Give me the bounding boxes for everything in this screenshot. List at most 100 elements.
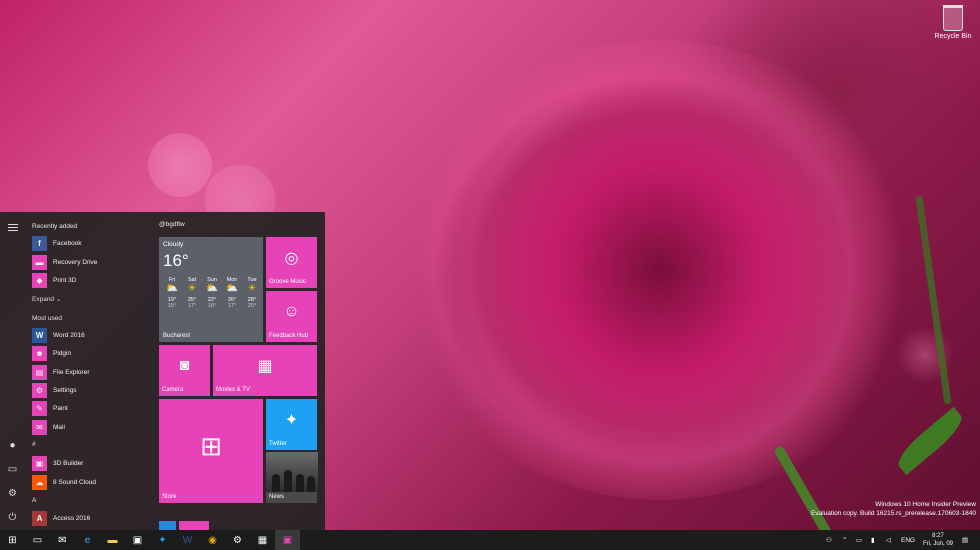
app-paint[interactable]: ✎ Paint [32, 400, 68, 416]
sun-icon: ☀ [247, 283, 257, 294]
store-tile[interactable]: ⊞ Store [159, 399, 263, 503]
app-facebook[interactable]: f Facebook [32, 235, 82, 251]
forecast-day: Sat ☀ 25° 17° [182, 277, 202, 309]
volume-icon[interactable]: ◁ [886, 530, 891, 550]
user-avatar-icon[interactable]: ● [7, 440, 18, 451]
sun-icon: ☀ [187, 283, 197, 294]
power-icon[interactable]: ⏻ [7, 512, 18, 523]
pictures-icon[interactable]: ▭ [7, 464, 18, 475]
taskbar-photos[interactable]: ▣ [275, 530, 300, 550]
forecast-day: Sun ⛅ 22° 16° [202, 277, 222, 309]
paint-icon: ✎ [32, 400, 47, 416]
app-3d-builder[interactable]: ▣ 3D Builder [32, 455, 83, 471]
task-view-icon: ▭ [32, 534, 43, 546]
taskbar-file-explorer[interactable]: ▬ [100, 530, 125, 550]
taskbar-edge[interactable]: e [75, 530, 100, 550]
start-rail: ● ▭ ⚙ ⏻ [0, 212, 25, 530]
taskbar-mail[interactable]: ✉ [50, 530, 75, 550]
start-button[interactable]: ⊞ [0, 530, 25, 550]
task-view-button[interactable]: ▭ [25, 530, 50, 550]
pidgin-icon: ☻ [32, 345, 47, 361]
chevron-up-icon[interactable]: ⌃ [842, 530, 847, 550]
weather-condition: Cloudy [163, 241, 184, 248]
app-word-2016[interactable]: W Word 2016 [32, 327, 85, 343]
taskbar: ⊞ ▭ ✉ e ▬ ▣ ✦ W ◉ ⚙ ▦ ▣ ⚇ ⌃ ▭ ▮ ◁ ENG 8:… [0, 530, 980, 550]
weather-forecast: Fri ⛅ 19° 15° Sat ☀ 25° 17° Sun ⛅ 22° 16… [162, 277, 262, 309]
section-a[interactable]: A [32, 497, 36, 504]
tile-group-name[interactable]: @bgdftw [159, 221, 185, 228]
twitter-icon: ✦ [284, 411, 299, 429]
groove-music-icon: ◎ [284, 249, 299, 267]
taskbar-settings[interactable]: ⚙ [225, 530, 250, 550]
print-3d-icon: ◆ [32, 272, 47, 288]
tile-area: @bgdftw Cloudy 16° Fri ⛅ 19° 15° Sat ☀ 2… [159, 212, 325, 530]
app-8-sound-cloud[interactable]: ☁ 8 Sound Cloud [32, 474, 96, 490]
access-icon: A [32, 510, 47, 526]
most-used-heading: Most used [32, 315, 62, 322]
action-center-icon[interactable]: ▤ [962, 530, 968, 550]
news-tile[interactable]: News [266, 452, 318, 503]
battery-icon[interactable]: ▮ [871, 530, 875, 550]
app-settings[interactable]: ⚙ Settings [32, 382, 77, 398]
app-file-explorer[interactable]: ▤ File Explorer [32, 364, 89, 380]
photos-icon: ▣ [282, 534, 293, 546]
app-list: Recently added f Facebook ▬ Recovery Dri… [25, 212, 150, 530]
gear-icon: ⚙ [32, 382, 47, 398]
partial-tile[interactable] [159, 521, 176, 530]
forecast-day: Fri ⛅ 19° 15° [162, 277, 182, 309]
word-icon: W [182, 534, 193, 546]
folder-icon: ▤ [32, 364, 47, 380]
taskbar-store[interactable]: ▣ [125, 530, 150, 550]
feedback-hub-tile[interactable]: ☺ Feedback Hub [266, 291, 317, 342]
movies-tv-tile[interactable]: ▦ Movies & TV [213, 345, 317, 396]
taskbar-word[interactable]: W [175, 530, 200, 550]
app-pidgin[interactable]: ☻ Pidgin [32, 345, 71, 361]
section-hash[interactable]: # [32, 441, 36, 448]
recovery-drive-icon: ▬ [32, 254, 47, 270]
people-icon[interactable]: ⚇ [826, 530, 832, 550]
gear-icon: ⚙ [233, 534, 242, 546]
recently-added-heading: Recently added [32, 223, 78, 230]
taskbar-clock[interactable]: 8:27 Fri, Jun, 09 [918, 532, 958, 548]
app-mail[interactable]: ✉ Mail [32, 419, 65, 435]
sun-cloud-icon: ⛅ [205, 283, 219, 294]
evaluation-watermark: Windows 10 Home Insider Preview Evaluati… [810, 501, 976, 517]
app-recovery-drive[interactable]: ▬ Recovery Drive [32, 254, 97, 270]
weather-temperature: 16° [163, 251, 189, 270]
twitter-icon: ✦ [158, 534, 167, 546]
language-indicator[interactable]: ENG [901, 530, 915, 550]
word-icon: W [32, 327, 47, 343]
expand-button[interactable]: Expand ⌄ [32, 295, 61, 303]
recycle-bin[interactable]: Recycle Bin [930, 5, 976, 40]
store-icon: ▣ [132, 534, 143, 546]
store-icon: ⊞ [200, 430, 222, 461]
partial-tile[interactable] [179, 521, 209, 530]
news-photo [266, 452, 318, 492]
start-menu: ● ▭ ⚙ ⏻ Recently added f Facebook ▬ Reco… [0, 212, 325, 530]
weather-tile[interactable]: Cloudy 16° Fri ⛅ 19° 15° Sat ☀ 25° 17° S… [159, 237, 263, 342]
twitter-tile[interactable]: ✦ Twitter [266, 399, 317, 450]
forecast-day: Tue ☀ 28° 20° [242, 277, 262, 309]
forecast-day: Mon ⛅ 26° 17° [222, 277, 242, 309]
app-print-3d[interactable]: ◆ Print 3D [32, 272, 76, 288]
camera-tile[interactable]: ◙ Camera [159, 345, 210, 396]
hamburger-menu-icon[interactable] [7, 222, 18, 233]
chrome-icon: ◉ [208, 534, 217, 546]
app-access-2016[interactable]: A Access 2016 [32, 510, 90, 526]
camera-icon: ◙ [179, 356, 190, 374]
windows-logo-icon: ⊞ [8, 534, 17, 546]
taskbar-chrome[interactable]: ◉ [200, 530, 225, 550]
movies-tv-icon: ▦ [257, 357, 273, 375]
recycle-bin-label: Recycle Bin [934, 33, 972, 40]
recycle-bin-icon [943, 5, 963, 31]
taskbar-twitter[interactable]: ✦ [150, 530, 175, 550]
sun-cloud-icon: ⛅ [165, 283, 179, 294]
groove-music-tile[interactable]: ◎ Groove Music [266, 237, 317, 288]
weather-city: Bucharest [163, 333, 191, 339]
taskbar-movies-tv[interactable]: ▦ [250, 530, 275, 550]
sun-cloud-icon: ⛅ [225, 283, 239, 294]
settings-gear-icon[interactable]: ⚙ [7, 488, 18, 499]
network-icon[interactable]: ▭ [856, 530, 862, 550]
edge-icon: e [84, 534, 91, 546]
chevron-down-icon: ⌄ [55, 296, 62, 303]
